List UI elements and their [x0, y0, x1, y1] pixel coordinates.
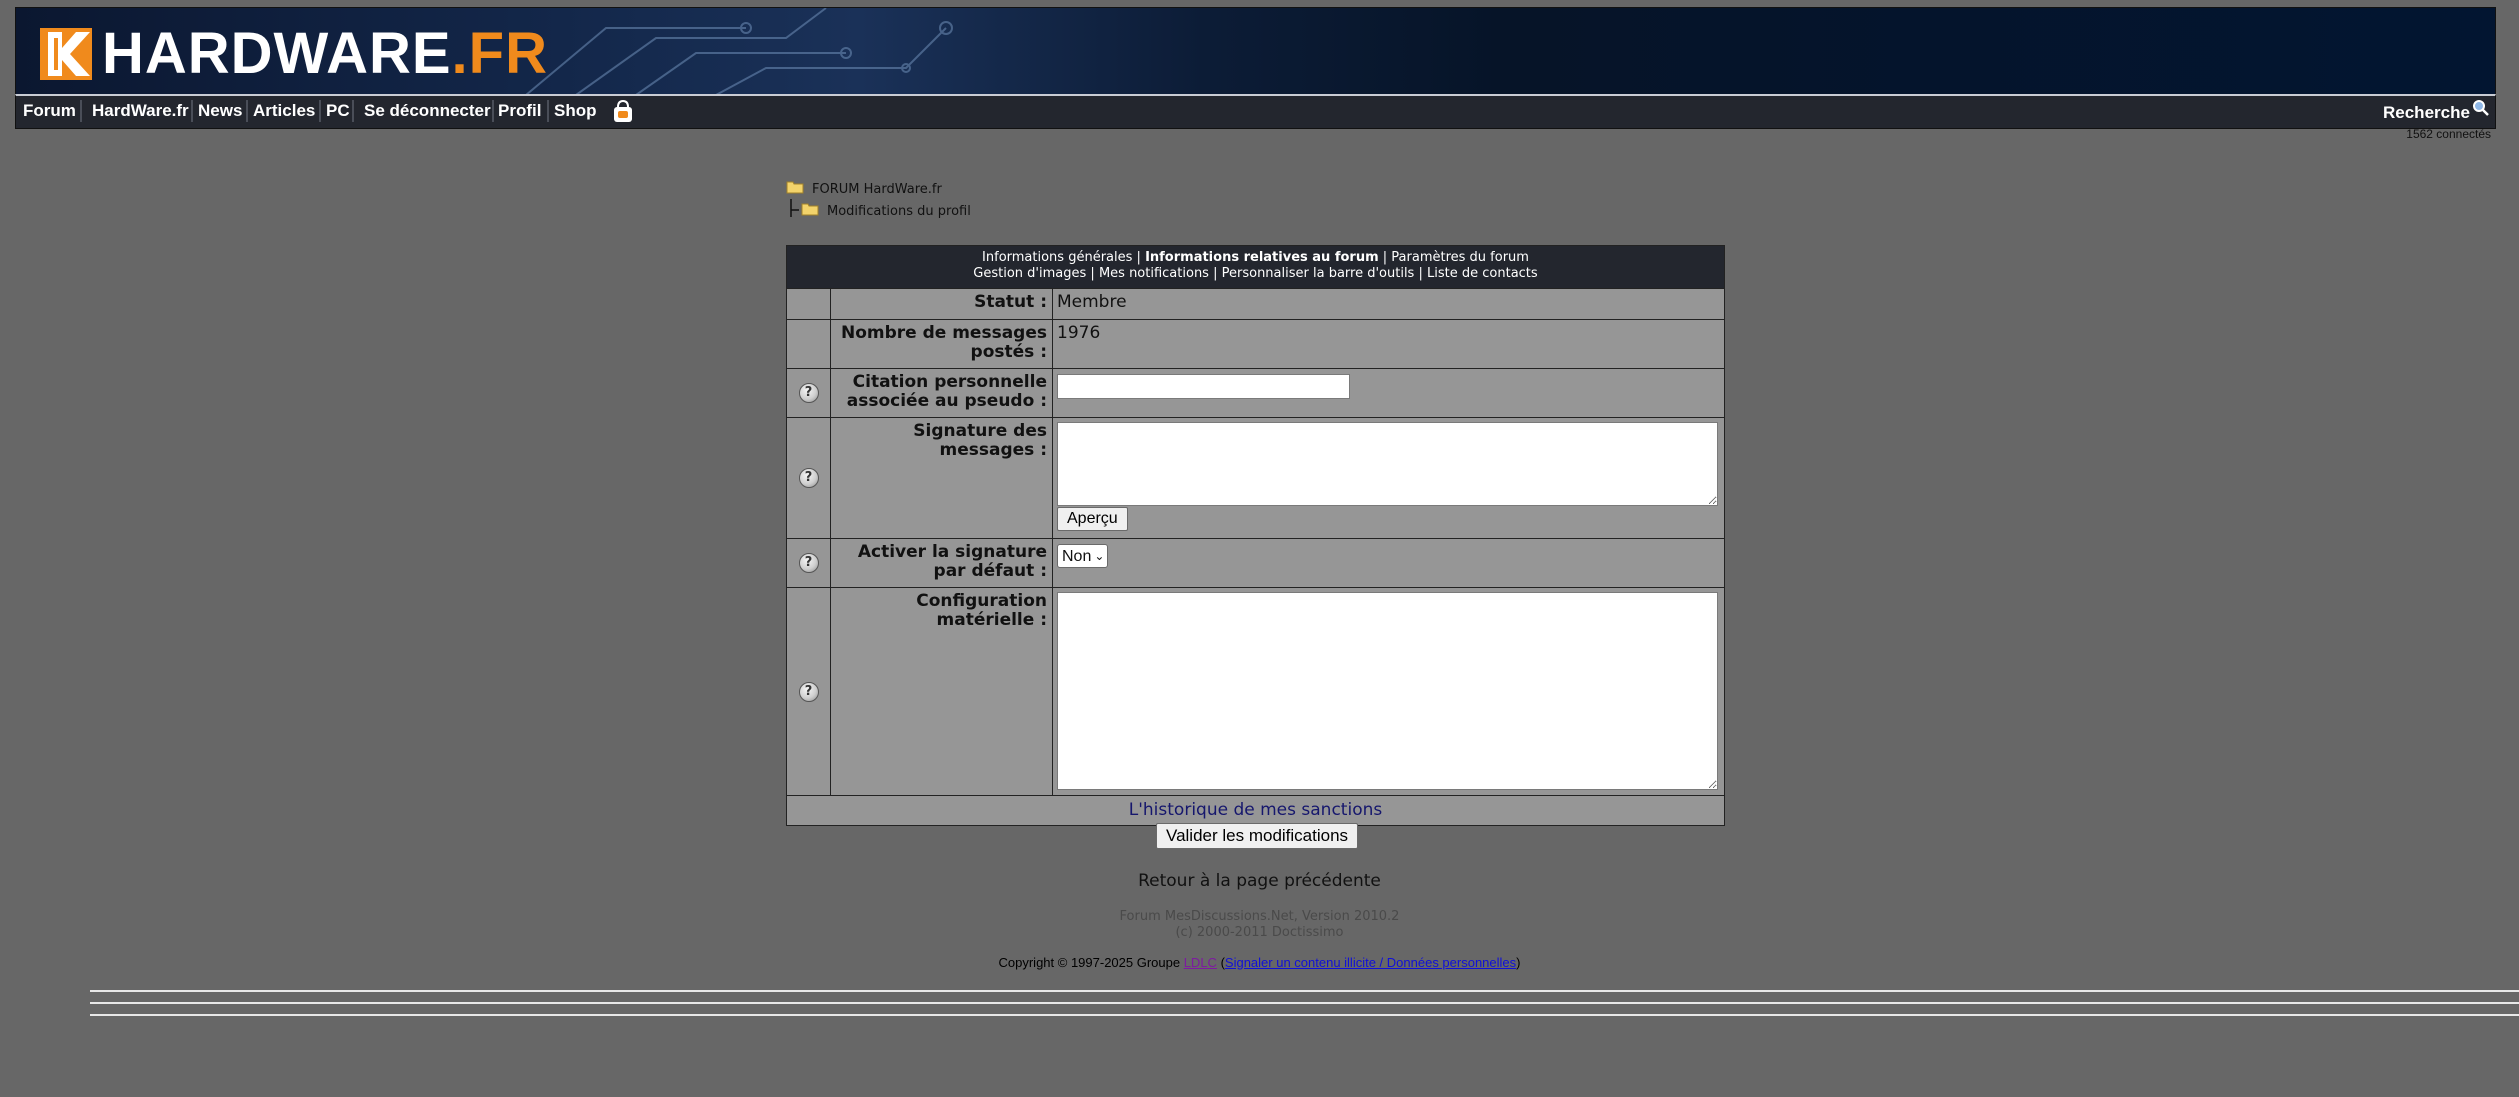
tab-informations-forum[interactable]: Informations relatives au forum	[1145, 250, 1379, 265]
profile-tabs: Informations générales | Informations re…	[787, 246, 1724, 289]
row-activer-signature: ? Activer la signature par défaut : Non ⌄	[787, 539, 1724, 588]
submit-button[interactable]: Valider les modifications	[1156, 823, 1359, 849]
nav-forum[interactable]: Forum	[23, 101, 76, 121]
tab-separator: |	[1213, 266, 1218, 281]
copyright-text: Copyright © 1997-2025 Groupe	[998, 955, 1184, 970]
nav-news[interactable]: News	[198, 101, 242, 121]
help-cell	[787, 289, 831, 319]
ldlc-link[interactable]: LDLC	[1184, 955, 1217, 970]
help-cell: ?	[787, 418, 831, 538]
configuration-label: Configuration matérielle :	[831, 588, 1053, 795]
circuit-decoration	[525, 8, 953, 95]
nav-search[interactable]: Recherche	[2383, 103, 2470, 123]
nav-profil[interactable]: Profil	[498, 101, 541, 121]
nav-hardware-fr[interactable]: HardWare.fr	[92, 101, 189, 121]
configuration-textarea[interactable]	[1057, 592, 1718, 790]
report-content-link[interactable]: Signaler un contenu illicite / Données p…	[1225, 955, 1516, 970]
row-signature: ? Signature des messages : Aperçu	[787, 418, 1724, 539]
profile-form-table: Informations générales | Informations re…	[786, 245, 1725, 826]
tab-separator: |	[1136, 250, 1141, 265]
tab-separator: |	[1090, 266, 1095, 281]
help-cell: ?	[787, 588, 831, 795]
activer-signature-label: Activer la signature par défaut :	[831, 539, 1053, 587]
nav-shop[interactable]: Shop	[554, 101, 597, 121]
tab-mes-notifications[interactable]: Mes notifications	[1099, 266, 1209, 281]
signature-textarea[interactable]	[1057, 422, 1718, 506]
select-value: Non	[1062, 547, 1092, 565]
logo-mark-icon	[40, 28, 92, 80]
messages-label: Nombre de messages postés :	[831, 320, 1053, 368]
help-icon[interactable]: ?	[798, 553, 819, 573]
messages-value: 1976	[1057, 323, 1101, 343]
nav-articles[interactable]: Articles	[253, 101, 315, 121]
doctissimo-copyright: (c) 2000-2011 Doctissimo	[1175, 925, 1344, 940]
breadcrumb-root[interactable]: FORUM HardWare.fr	[812, 182, 942, 197]
divider	[90, 1014, 2519, 1016]
tab-separator: |	[1382, 250, 1388, 265]
help-icon[interactable]: ?	[798, 681, 819, 702]
paren-close: )	[1516, 955, 1521, 970]
apercu-button[interactable]: Aperçu	[1057, 507, 1128, 531]
statut-value: Membre	[1057, 292, 1127, 312]
help-icon[interactable]: ?	[798, 383, 819, 403]
search-icon[interactable]	[2472, 99, 2490, 117]
activer-signature-select[interactable]: Non ⌄	[1057, 544, 1109, 568]
sanctions-row: L'historique de mes sanctions	[787, 796, 1724, 825]
nav-separator	[319, 100, 321, 122]
connected-count: 1562 connectés	[2406, 127, 2491, 141]
site-banner: HARDWARE.FR	[15, 7, 2496, 96]
copyright-line: Copyright © 1997-2025 Groupe LDLC (Signa…	[0, 955, 2519, 970]
nav-separator	[352, 100, 354, 122]
tree-branch-icon	[790, 199, 799, 217]
tab-parametres-forum[interactable]: Paramètres du forum	[1391, 250, 1529, 265]
paren-open: (	[1216, 955, 1225, 970]
tab-gestion-images[interactable]: Gestion d'images	[973, 266, 1086, 281]
back-link[interactable]: Retour à la page précédente	[0, 871, 2519, 891]
sanctions-history-link[interactable]: L'historique de mes sanctions	[1129, 800, 1382, 820]
nav-separator	[547, 100, 549, 122]
version-text: Forum MesDiscussions.Net, Version 2010.2	[1119, 909, 1400, 924]
logo-text: HARDWARE	[102, 21, 452, 86]
shopping-bag-icon[interactable]	[612, 99, 634, 123]
tab-personnaliser-barre[interactable]: Personnaliser la barre d'outils	[1222, 266, 1415, 281]
row-configuration: ? Configuration matérielle :	[787, 588, 1724, 796]
hardware-fr-logo[interactable]: HARDWARE.FR	[40, 22, 548, 86]
help-cell: ?	[787, 539, 831, 587]
help-icon[interactable]: ?	[798, 468, 819, 488]
statut-label: Statut :	[831, 289, 1053, 319]
nav-separator	[80, 100, 82, 122]
help-cell	[787, 320, 831, 368]
tab-informations-generales[interactable]: Informations générales	[982, 250, 1132, 265]
logo-suffix: .FR	[451, 21, 548, 86]
signature-label: Signature des messages :	[831, 418, 1053, 538]
divider	[90, 990, 2519, 992]
tab-liste-contacts[interactable]: Liste de contacts	[1427, 266, 1538, 281]
tab-separator: |	[1418, 266, 1423, 281]
main-navbar: Forum HardWare.fr News Articles PC Se dé…	[15, 94, 2496, 129]
nav-separator	[246, 100, 248, 122]
nav-separator	[492, 100, 494, 122]
folder-icon	[801, 203, 819, 216]
row-messages: Nombre de messages postés : 1976	[787, 320, 1724, 369]
chevron-down-icon: ⌄	[1094, 548, 1105, 563]
nav-logout[interactable]: Se déconnecter	[364, 101, 491, 121]
help-cell: ?	[787, 369, 831, 417]
folder-icon	[786, 181, 804, 194]
citation-label: Citation personnelle associée au pseudo …	[831, 369, 1053, 417]
row-citation: ? Citation personnelle associée au pseud…	[787, 369, 1724, 418]
breadcrumb-current: Modifications du profil	[827, 204, 971, 219]
nav-separator	[191, 100, 193, 122]
citation-input[interactable]	[1057, 374, 1350, 399]
row-statut: Statut : Membre	[787, 289, 1724, 320]
nav-pc[interactable]: PC	[326, 101, 350, 121]
divider	[90, 1002, 2519, 1004]
